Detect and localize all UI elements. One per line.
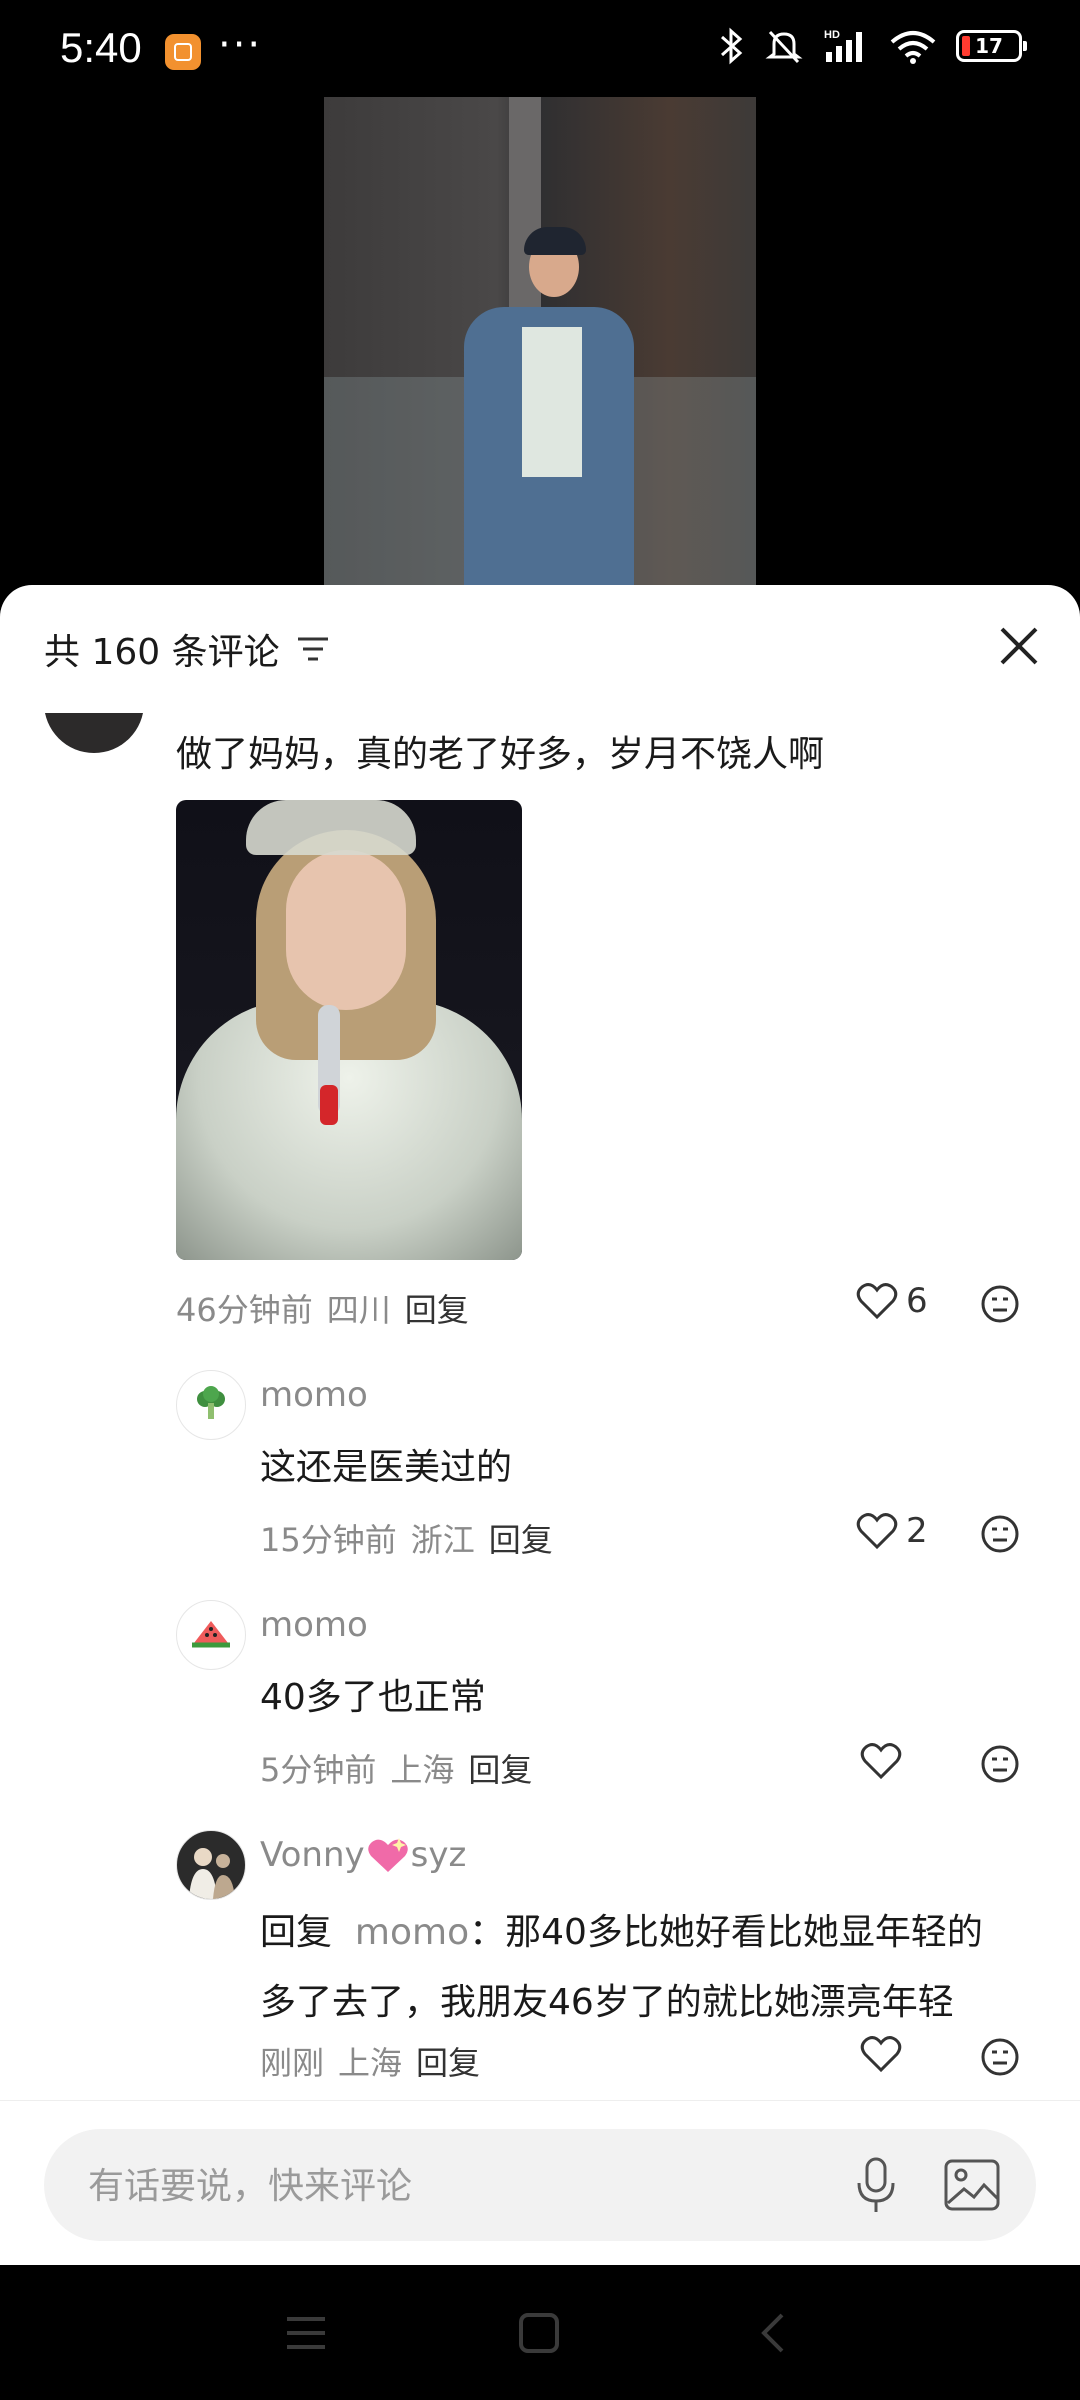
bluetooth-icon (721, 27, 743, 65)
watermelon-avatar-icon (192, 1621, 230, 1648)
comment-meta: 46分钟前 四川 回复 (176, 1285, 469, 1331)
like-button[interactable] (860, 2034, 902, 2074)
comment-input-container[interactable] (44, 2129, 1036, 2243)
comment-text: 回复 momo：那40多比她好看比她显年轻的 多了去了，我朋友46岁了的就比她漂… (260, 1898, 983, 2038)
photo-mic (318, 1005, 340, 1125)
reply-button[interactable]: 回复 (468, 1745, 532, 1791)
microphone-icon[interactable] (854, 2157, 898, 2215)
comment-text-line: 多了去了，我朋友46岁了的就比她漂亮年轻 (260, 1982, 954, 2023)
home-nav-icon[interactable] (518, 2312, 560, 2354)
status-time: 5:40 (60, 24, 142, 71)
comment-sheet: 共 160 条评论 做了妈妈，真的老了好多，岁月不饶人啊 46分钟前 四川 回复… (0, 585, 1080, 2265)
like-button[interactable]: 6 (856, 1281, 928, 1321)
comment-meta: 5分钟前 上海 回复 (260, 1745, 532, 1791)
photo-avatar-icon (189, 1848, 235, 1899)
more-notifications-icon: ··· (218, 22, 263, 68)
comment-sheet-header: 共 160 条评论 (44, 623, 330, 675)
comment-input[interactable] (86, 2129, 850, 2243)
comment-time: 46分钟前 (176, 1291, 313, 1329)
comment-text-part: ：那40多比她好看比她显年轻的 (469, 1912, 983, 1953)
comment-text-line: 回复 momo：那40多比她好看比她显年轻的 (260, 1898, 983, 1968)
avatar[interactable] (176, 1370, 246, 1440)
reply-button[interactable]: 回复 (405, 1285, 469, 1331)
mute-bell-icon (765, 30, 803, 64)
sort-filter-icon[interactable] (296, 635, 330, 663)
emoji-reaction-icon[interactable] (980, 1514, 1020, 1554)
video-person-cap (524, 227, 586, 255)
sparkle-heart-icon (367, 1838, 408, 1872)
comment-location: 上海 (390, 1751, 455, 1789)
comment-username[interactable]: Vonny syz (260, 1835, 466, 1875)
signal-icon: HD (824, 29, 862, 62)
emoji-reaction-icon[interactable] (980, 1284, 1020, 1324)
emoji-reaction-icon[interactable] (980, 2037, 1020, 2077)
heart-icon (860, 2036, 902, 2073)
back-nav-icon[interactable] (756, 2311, 788, 2355)
like-button[interactable] (860, 1741, 902, 1781)
avatar[interactable] (176, 1600, 246, 1670)
photo-face (286, 850, 406, 1010)
comment-text: 做了妈妈，真的老了好多，岁月不饶人啊 (176, 734, 825, 775)
emoji-reaction-icon[interactable] (980, 1744, 1020, 1784)
reply-to-username[interactable]: momo (355, 1912, 469, 1953)
battery-level: 17 (975, 34, 1003, 58)
heart-icon (856, 1513, 898, 1550)
reply-button[interactable]: 回复 (489, 1515, 553, 1561)
photo-crown (246, 800, 416, 855)
system-nav-bar (0, 2265, 1080, 2400)
heart-icon (856, 1283, 898, 1320)
comment-username[interactable]: momo (260, 1605, 368, 1645)
video-player[interactable] (324, 97, 756, 587)
like-button[interactable]: 2 (856, 1511, 928, 1551)
comment-text: 这还是医美过的 (260, 1447, 513, 1488)
comment-location: 浙江 (410, 1521, 475, 1559)
username-part: Vonny (260, 1835, 365, 1875)
like-count: 2 (906, 1511, 928, 1551)
comment-meta: 15分钟前 浙江 回复 (260, 1515, 553, 1561)
status-icons: HD 17 (718, 26, 1027, 66)
comment-time: 15分钟前 (260, 1521, 397, 1559)
username-part: syz (410, 1835, 467, 1875)
reply-to-label: 回复 (260, 1912, 333, 1953)
video-person-shirt (522, 327, 582, 477)
comment-image[interactable] (176, 800, 522, 1260)
svg-text:HD: HD (824, 29, 840, 41)
like-count: 6 (906, 1281, 928, 1321)
battery-indicator: 17 (956, 30, 1027, 62)
broccoli-avatar-icon (197, 1386, 225, 1419)
reply-button[interactable]: 回复 (416, 2038, 480, 2084)
image-icon[interactable] (944, 2159, 1000, 2211)
status-bar: 5:40 ··· HD 17 (0, 0, 1080, 100)
comment-text: 40多了也正常 (260, 1677, 486, 1718)
comment-time: 5分钟前 (260, 1751, 377, 1789)
avatar[interactable] (176, 1830, 246, 1900)
close-icon[interactable] (994, 621, 1044, 671)
comment-input-bar (0, 2100, 1080, 2266)
heart-icon (860, 1743, 902, 1780)
menu-nav-icon[interactable] (285, 2315, 327, 2351)
comment-time: 刚刚 (260, 2044, 325, 2082)
comment-username[interactable]: momo (260, 1375, 368, 1415)
comment-location: 上海 (338, 2044, 403, 2082)
comment-count-title: 共 160 条评论 (44, 632, 280, 673)
comment-location: 四川 (326, 1291, 391, 1329)
wifi-icon (890, 31, 936, 64)
comment-meta: 刚刚 上海 回复 (260, 2038, 480, 2084)
app-notification-icon (165, 34, 201, 70)
